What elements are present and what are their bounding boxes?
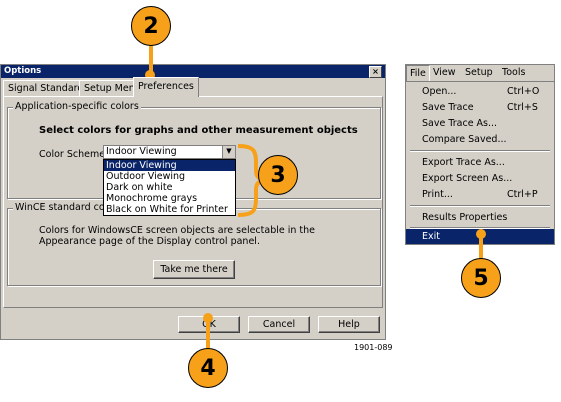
callout-2: 2 (131, 6, 171, 46)
option-monochrome-grays[interactable]: Monochrome grays (104, 193, 235, 204)
tab-preferences[interactable]: Preferences (133, 77, 199, 97)
menu-item-shortcut: Ctrl+P (507, 189, 538, 200)
take-me-there-button[interactable]: Take me there (153, 260, 235, 279)
menu-bar: File View Setup Tools (406, 65, 554, 82)
menu-setup[interactable]: Setup (465, 67, 493, 78)
option-dark-on-white[interactable]: Dark on white (104, 182, 235, 193)
menu-item-label: Export Trace As... (422, 157, 505, 168)
option-indoor-viewing[interactable]: Indoor Viewing (104, 160, 235, 171)
callout-5-dot (476, 229, 486, 239)
menu-item-label: Print... (422, 189, 453, 200)
menu-tools[interactable]: Tools (502, 67, 525, 78)
menu-item-label: Export Screen As... (422, 173, 513, 184)
menu-item-label: Save Trace (422, 102, 474, 113)
menu-item-shortcut: Ctrl+S (507, 102, 538, 113)
app-colors-group-label: Application-specific colors (13, 101, 141, 112)
cancel-button[interactable]: Cancel (248, 316, 310, 333)
menu-item-export-trace[interactable]: Export Trace As... (406, 155, 554, 170)
option-black-on-white[interactable]: Black on White for Printer (104, 204, 235, 215)
close-icon[interactable]: × (369, 66, 382, 78)
menu-item-save-trace[interactable]: Save Trace Ctrl+S (406, 100, 554, 115)
callout-4-dot (203, 313, 213, 323)
menu-item-save-trace-as[interactable]: Save Trace As... (406, 116, 554, 131)
wince-description: Colors for WindowsCE screen objects are … (39, 225, 315, 247)
color-scheme-label: Color Scheme: (39, 149, 109, 160)
callout-5: 5 (461, 258, 501, 298)
figure-number: 1901-089 (354, 343, 393, 352)
callout-4: 4 (188, 348, 228, 388)
menu-item-print[interactable]: Print... Ctrl+P (406, 187, 554, 202)
menu-item-results-properties[interactable]: Results Properties (406, 210, 554, 225)
menu-item-label: Compare Saved... (422, 134, 507, 145)
file-menu-window: File View Setup Tools Open... Ctrl+O Sav… (405, 64, 555, 245)
option-outdoor-viewing[interactable]: Outdoor Viewing (104, 171, 235, 182)
menu-item-compare-saved[interactable]: Compare Saved... (406, 132, 554, 147)
menu-separator (410, 205, 550, 207)
color-scheme-select[interactable]: Indoor Viewing ▼ (103, 145, 236, 159)
chevron-down-icon[interactable]: ▼ (222, 146, 235, 158)
menu-item-open[interactable]: Open... Ctrl+O (406, 84, 554, 99)
file-menu-dropdown: Open... Ctrl+O Save Trace Ctrl+S Save Tr… (406, 81, 554, 245)
colors-heading: Select colors for graphs and other measu… (39, 125, 358, 136)
menu-item-export-screen[interactable]: Export Screen As... (406, 171, 554, 186)
menu-file[interactable]: File (406, 65, 430, 82)
color-scheme-dropdown: Indoor Viewing Outdoor Viewing Dark on w… (103, 159, 236, 216)
menu-view[interactable]: View (433, 67, 456, 78)
callout-3: 3 (258, 155, 298, 195)
menu-item-label: Open... (422, 86, 457, 97)
dialog-title: Options (4, 66, 42, 76)
menu-item-label: Results Properties (422, 212, 508, 223)
help-button[interactable]: Help (318, 316, 380, 333)
menu-item-label: Exit (422, 231, 440, 242)
color-scheme-value: Indoor Viewing (106, 146, 177, 157)
menu-item-shortcut: Ctrl+O (507, 86, 540, 97)
menu-separator (410, 150, 550, 152)
menu-item-label: Save Trace As... (422, 118, 498, 129)
